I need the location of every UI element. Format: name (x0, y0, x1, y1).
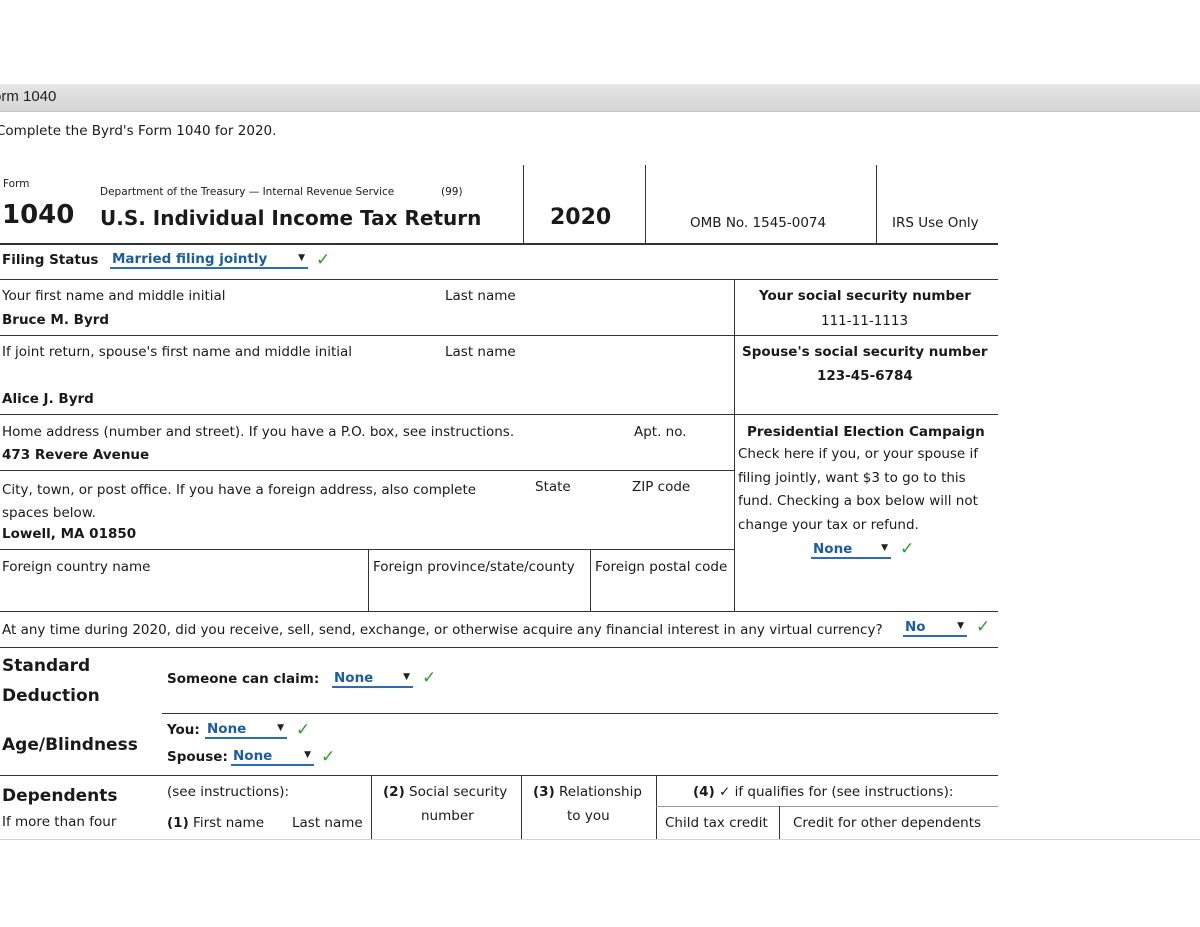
virtual-currency-select[interactable]: No ▼ (903, 619, 967, 637)
dropdown-arrow-icon: ▼ (277, 723, 284, 733)
foreign-postal-label: Foreign postal code (595, 559, 728, 575)
spouse-last-name-label: Last name (445, 344, 516, 360)
campaign-select[interactable]: None ▼ (811, 541, 891, 559)
apt-label: Apt. no. (634, 424, 687, 440)
someone-can-claim-label: Someone can claim: (167, 671, 320, 687)
col4-child-tax-credit: Child tax credit (665, 815, 768, 831)
department-label: Department of the Treasury — Internal Re… (100, 186, 395, 198)
check-icon: ✓ (321, 747, 336, 767)
someone-can-claim-value: None (334, 670, 374, 686)
standard-deduction-label-line1: Standard (2, 656, 91, 676)
home-address[interactable]: 473 Revere Avenue (2, 447, 149, 463)
spouse-ssn[interactable]: 123-45-6784 (817, 368, 913, 384)
instruction-text: Complete the Byrd's Form 1040 for 2020. (0, 123, 277, 139)
dropdown-arrow-icon: ▼ (304, 750, 311, 760)
col2-header-line2: number (421, 808, 474, 824)
department-code: (99) (441, 186, 463, 198)
zip-label: ZIP code (632, 479, 691, 495)
form-number: 1040 (2, 200, 75, 230)
spouse-age-select[interactable]: None ▼ (231, 748, 314, 766)
age-blindness-label: Age/Blindness (2, 735, 138, 755)
spouse-age-value: None (233, 748, 273, 764)
check-icon: ✓ (900, 539, 915, 559)
virtual-currency-value: No (905, 619, 926, 635)
check-icon: ✓ (422, 668, 437, 688)
foreign-province-label: Foreign province/state/county (373, 559, 575, 575)
spouse-ssn-label: Spouse's social security number (742, 344, 988, 360)
campaign-value: None (813, 541, 853, 557)
see-instructions: (see instructions): (167, 784, 290, 800)
col1-header: (1) First name (167, 815, 265, 831)
foreign-country-label: Foreign country name (2, 559, 151, 575)
city-label: City, town, or post office. If you have … (2, 482, 477, 521)
someone-can-claim-select[interactable]: None ▼ (332, 670, 413, 688)
campaign-text: Check here if you, or your spouse if fil… (738, 446, 979, 533)
campaign-title: Presidential Election Campaign (747, 424, 985, 440)
taxpayer-name[interactable]: Bruce M. Byrd (2, 312, 109, 328)
check-icon: ✓ (316, 250, 331, 270)
dropdown-arrow-icon: ▼ (881, 543, 888, 553)
dropdown-arrow-icon: ▼ (403, 672, 410, 682)
dropdown-arrow-icon: ▼ (298, 253, 305, 263)
spouse-name[interactable]: Alice J. Byrd (2, 391, 94, 407)
standard-deduction-label-line2: Deduction (2, 686, 100, 706)
dropdown-arrow-icon: ▼ (957, 621, 964, 631)
taxpayer-ssn[interactable]: 111-11-1113 (821, 313, 908, 329)
state-label: State (535, 479, 571, 495)
window-titlebar: orm 1040 (0, 84, 1200, 112)
dependents-sublabel: If more than four (2, 814, 117, 830)
omb-number: OMB No. 1545-0074 (690, 215, 827, 231)
col3-header-line2: to you (567, 808, 610, 824)
spouse-age-label: Spouse: (167, 749, 228, 765)
city-value[interactable]: Lowell, MA 01850 (2, 526, 136, 542)
filing-status-select[interactable]: Married filing jointly ▼ (110, 251, 308, 269)
form-label: Form (3, 178, 30, 190)
col4-header: (4) ✓ if qualifies for (see instructions… (693, 784, 954, 800)
virtual-currency-question: At any time during 2020, did you receive… (2, 622, 883, 638)
col3-header-line1: (3) Relationship (533, 784, 642, 800)
form-title: U.S. Individual Income Tax Return (100, 206, 482, 230)
you-label: You: (167, 722, 200, 738)
home-address-label: Home address (number and street). If you… (2, 424, 515, 440)
col1-last-name: Last name (292, 815, 363, 831)
tax-year: 2020 (550, 205, 612, 230)
window-title: orm 1040 (0, 88, 57, 105)
check-icon: ✓ (296, 720, 311, 740)
col4-credit-other: Credit for other dependents (793, 815, 982, 831)
you-select[interactable]: None ▼ (205, 721, 287, 739)
check-icon: ✓ (976, 617, 991, 637)
last-name-label: Last name (445, 288, 516, 304)
taxpayer-ssn-label: Your social security number (759, 288, 971, 304)
you-value: None (207, 721, 247, 737)
first-name-label: Your first name and middle initial (2, 288, 226, 304)
filing-status-label: Filing Status (2, 252, 99, 268)
spouse-first-name-label: If joint return, spouse's first name and… (2, 344, 353, 360)
irs-use-only: IRS Use Only (892, 215, 979, 231)
filing-status-value: Married filing jointly (112, 251, 268, 267)
col2-header-line1: (2) Social security (383, 784, 508, 800)
dependents-label: Dependents (2, 786, 118, 806)
